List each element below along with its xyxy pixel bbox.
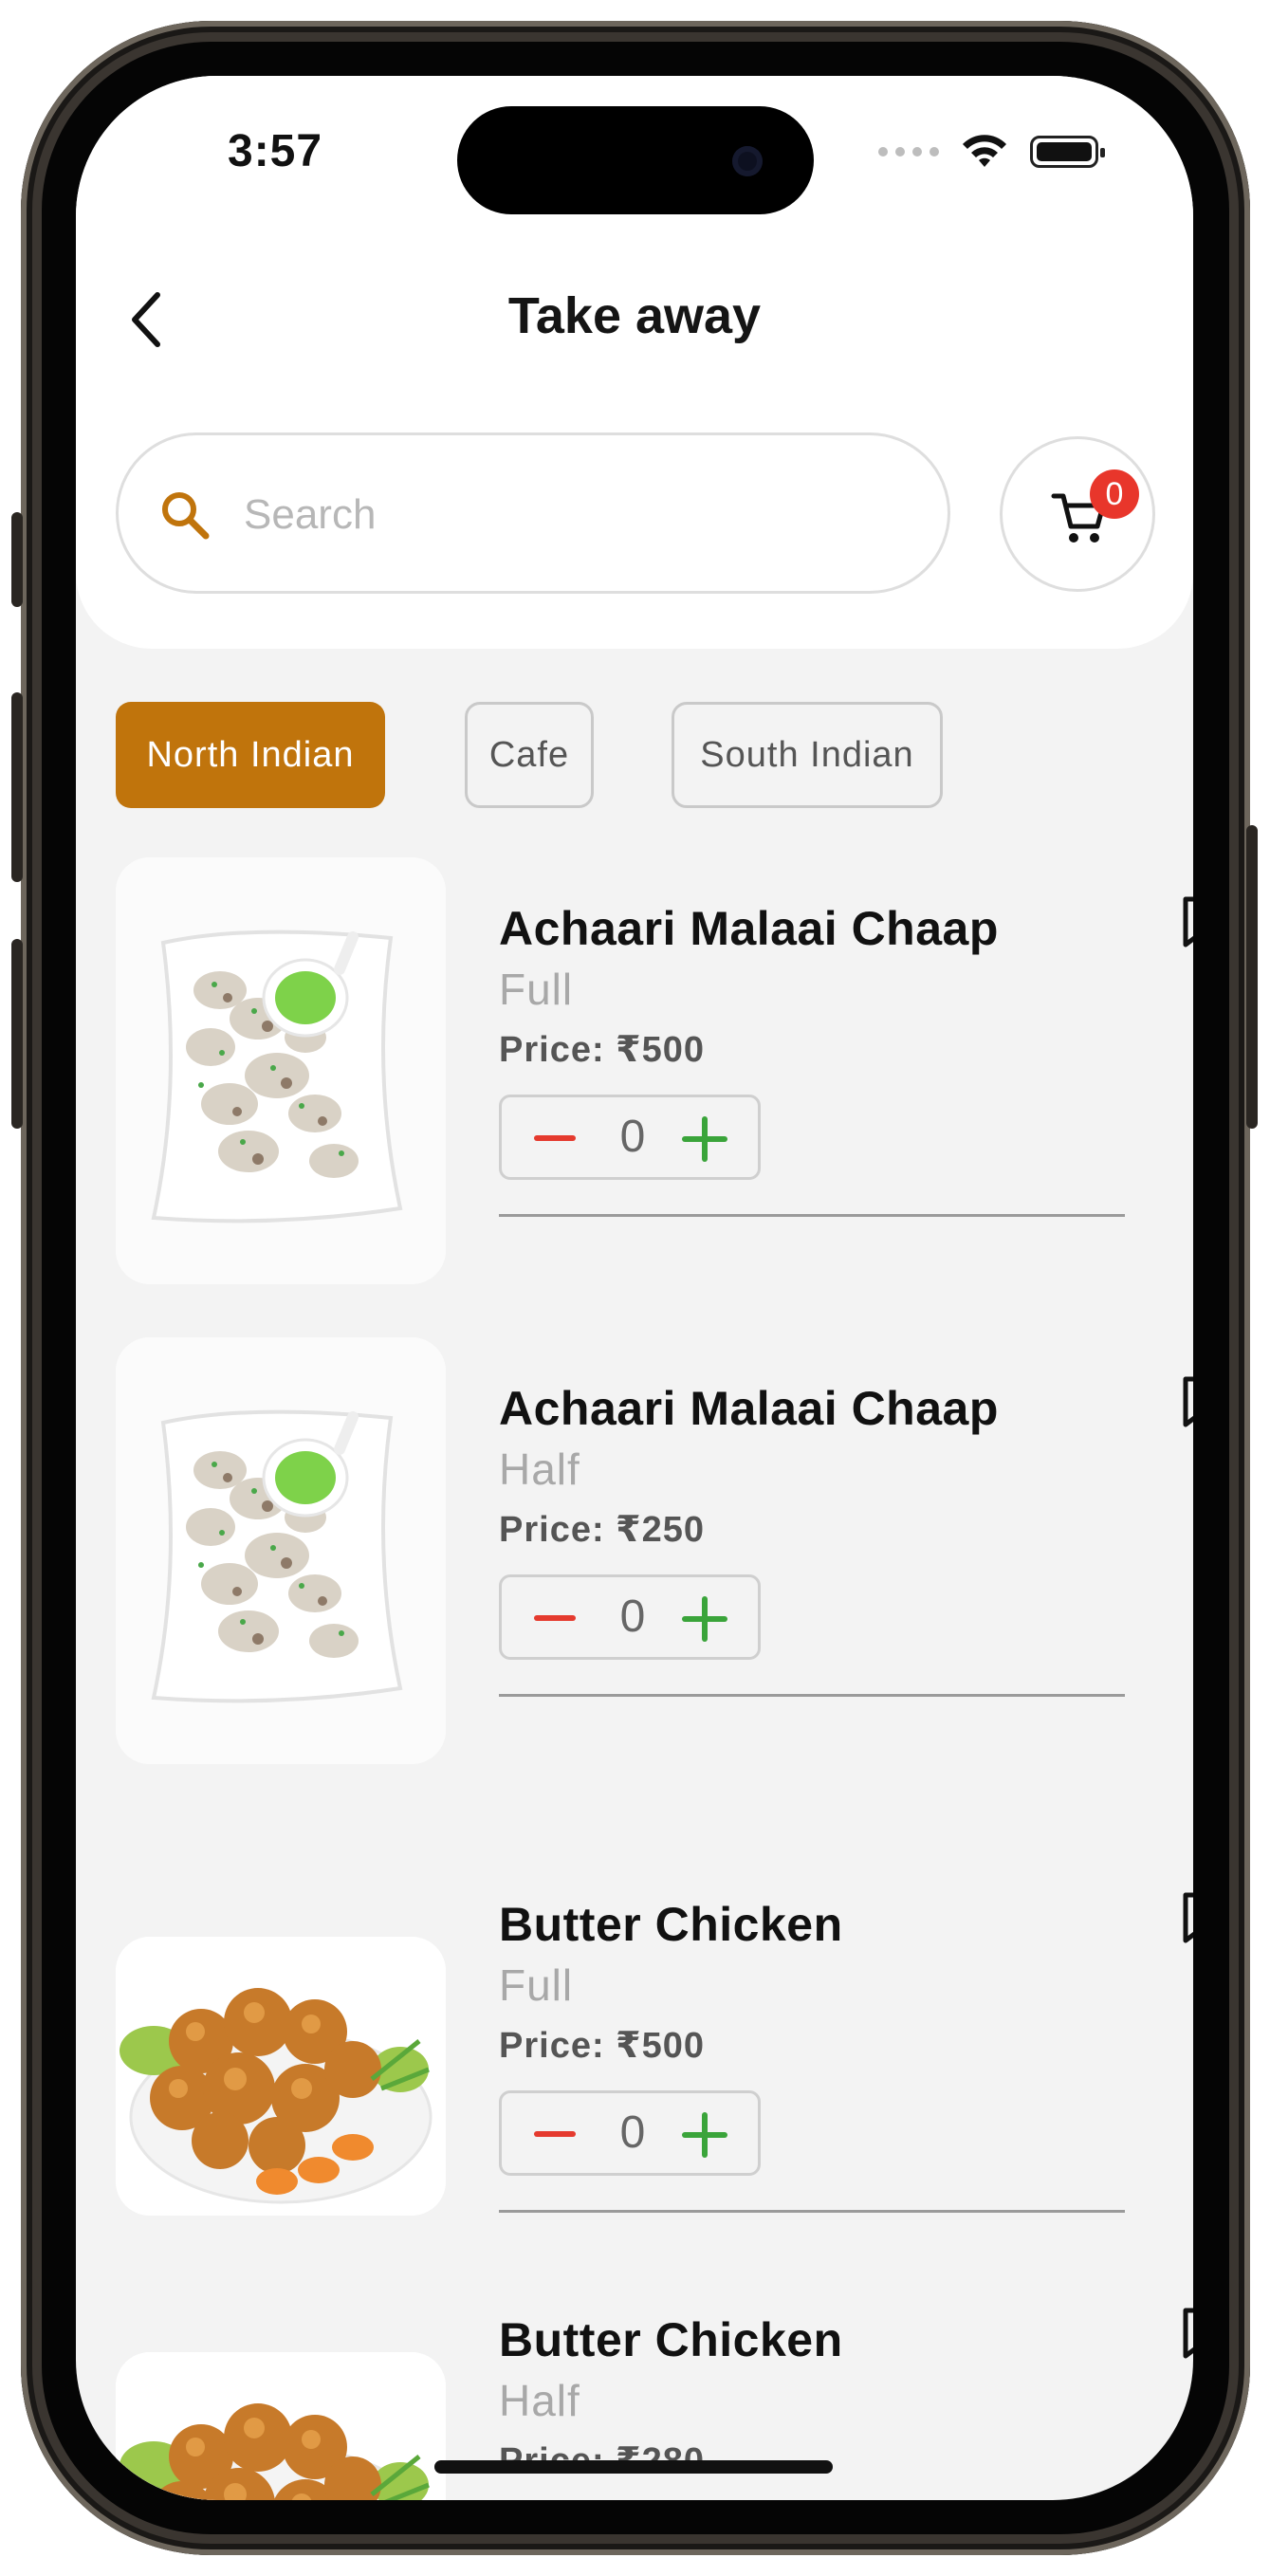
quantity-value: 0 (619, 1592, 646, 1642)
cart-button[interactable]: 0 (1000, 436, 1155, 592)
item-name: Achaari Malaai Chaap (499, 1382, 999, 1435)
quantity-stepper: 0 (499, 1574, 761, 1660)
bookmark-icon[interactable] (1172, 1373, 1193, 1430)
cart-count-badge: 0 (1090, 469, 1139, 519)
increment-button[interactable] (682, 1596, 727, 1642)
item-divider (499, 1694, 1125, 1697)
category-chip-south-indian[interactable]: South Indian (672, 702, 943, 808)
quantity-stepper: 0 (499, 2090, 761, 2176)
menu-item: Achaari Malaai Chaap Full Price: ₹500 0 (116, 857, 1193, 1294)
battery-icon (1030, 136, 1105, 168)
item-divider (499, 2210, 1125, 2213)
malai-chaap-dish-image (116, 1337, 446, 1764)
item-price: Price: ₹500 (499, 1030, 706, 1070)
search-icon (162, 492, 210, 540)
menu-item: Achaari Malaai Chaap Half Price: ₹250 0 (116, 1337, 1193, 1774)
app-screen: 3:57 Take away 0 North Indian (76, 76, 1193, 2500)
quantity-value: 0 (619, 1112, 646, 1162)
search-input[interactable] (242, 471, 910, 559)
status-time: 3:57 (228, 126, 323, 176)
status-indicators (878, 133, 1105, 171)
wifi-icon (963, 135, 1006, 167)
page-title: Take away (507, 287, 762, 344)
item-variant: Half (499, 1444, 580, 1494)
camera-icon (732, 146, 763, 176)
fried-chicken-dish-image (116, 1937, 446, 2216)
dynamic-island (457, 106, 814, 214)
malai-chaap-dish-image (116, 857, 446, 1284)
increment-button[interactable] (682, 2112, 727, 2158)
home-indicator[interactable] (434, 2460, 833, 2474)
item-image[interactable] (116, 857, 446, 1284)
cellular-signal-icon (878, 147, 939, 156)
item-price: Price: ₹250 (499, 1510, 706, 1550)
item-name: Butter Chicken (499, 1898, 843, 1951)
quantity-value: 0 (619, 2107, 646, 2158)
item-variant: Half (499, 2376, 580, 2425)
item-price: Price: ₹500 (499, 2026, 706, 2066)
fried-chicken-dish-image (116, 2352, 446, 2500)
volume-down-button (11, 939, 23, 1129)
item-divider (499, 1214, 1125, 1217)
action-button (11, 512, 23, 607)
bookmark-icon[interactable] (1172, 2305, 1193, 2362)
item-image[interactable] (116, 2352, 446, 2500)
decrement-button[interactable] (534, 2120, 576, 2148)
search-bar[interactable] (116, 432, 950, 594)
decrement-button[interactable] (534, 1604, 576, 1632)
decrement-button[interactable] (534, 1124, 576, 1152)
item-image[interactable] (116, 1937, 446, 2216)
item-variant: Full (499, 1960, 574, 2010)
category-chip-cafe[interactable]: Cafe (465, 702, 594, 808)
bookmark-icon[interactable] (1172, 893, 1193, 950)
volume-up-button (11, 692, 23, 882)
item-variant: Full (499, 965, 574, 1014)
power-button (1246, 825, 1258, 1129)
category-chip-north-indian[interactable]: North Indian (116, 702, 385, 808)
increment-button[interactable] (682, 1116, 727, 1162)
item-image[interactable] (116, 1337, 446, 1764)
menu-item: Butter Chicken Full Price: ₹500 0 (116, 1861, 1193, 2259)
item-name: Achaari Malaai Chaap (499, 902, 999, 955)
bookmark-icon[interactable] (1172, 1889, 1193, 1946)
item-name: Butter Chicken (499, 2313, 843, 2366)
quantity-stepper: 0 (499, 1095, 761, 1180)
